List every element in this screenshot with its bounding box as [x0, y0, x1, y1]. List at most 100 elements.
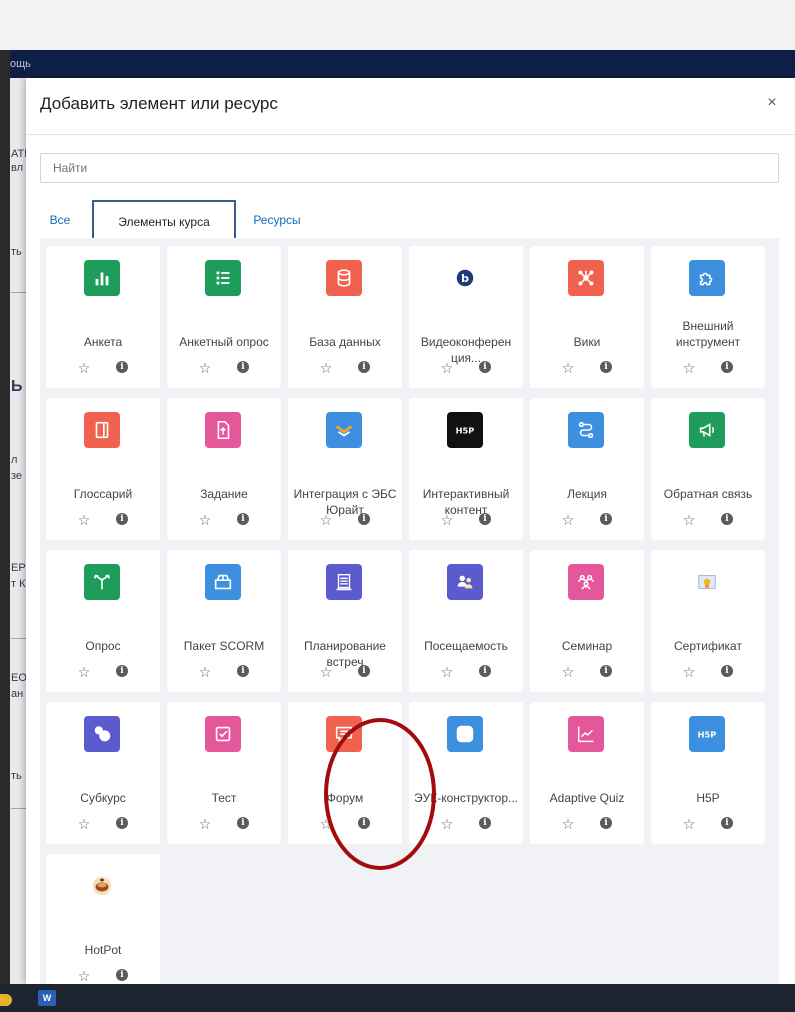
choice-signpost-icon — [84, 564, 120, 600]
activity-name: Глоссарий — [73, 487, 133, 501]
star-icon[interactable]: ☆ — [560, 512, 576, 528]
activity-card[interactable]: Adaptive Quiz ☆ i — [530, 702, 644, 844]
info-icon[interactable]: i — [721, 817, 733, 829]
info-icon[interactable]: i — [479, 817, 491, 829]
forum-speech-icon — [326, 716, 362, 752]
activity-card[interactable]: Глоссарий ☆ i — [46, 398, 160, 540]
star-icon[interactable]: ☆ — [560, 816, 576, 832]
activity-card[interactable]: Семинар ☆ i — [530, 550, 644, 692]
star-icon[interactable]: ☆ — [197, 360, 213, 376]
bigbluebutton-icon: b — [447, 260, 483, 296]
info-icon[interactable]: i — [116, 361, 128, 373]
star-icon[interactable]: ☆ — [197, 816, 213, 832]
activity-card[interactable]: H5P H5P ☆ i — [651, 702, 765, 844]
activity-card[interactable]: Субкурс ☆ i — [46, 702, 160, 844]
star-icon[interactable]: ☆ — [197, 512, 213, 528]
star-icon[interactable]: ☆ — [560, 360, 576, 376]
info-icon[interactable]: i — [116, 969, 128, 981]
info-icon[interactable]: i — [237, 361, 249, 373]
os-taskbar — [0, 984, 795, 1012]
activity-card[interactable]: Сертификат ☆ i — [651, 550, 765, 692]
star-icon[interactable]: ☆ — [681, 664, 697, 680]
activity-card[interactable]: Тест ☆ i — [167, 702, 281, 844]
star-icon[interactable]: ☆ — [318, 664, 334, 680]
search-input[interactable] — [40, 153, 779, 183]
info-icon[interactable]: i — [358, 817, 370, 829]
chart-bars-icon — [84, 260, 120, 296]
info-icon[interactable]: i — [237, 817, 249, 829]
activity-card[interactable]: H5P Интерактивный контент ☆ i — [409, 398, 523, 540]
word-app-icon[interactable]: W — [38, 990, 56, 1006]
star-icon[interactable]: ☆ — [76, 968, 92, 984]
star-icon[interactable]: ☆ — [439, 360, 455, 376]
info-icon[interactable]: i — [358, 665, 370, 677]
star-icon[interactable]: ☆ — [681, 816, 697, 832]
bg-fragment: ть — [11, 770, 22, 782]
activity-card[interactable]: ЭУК-конструктор... ☆ i — [409, 702, 523, 844]
activity-card[interactable]: Задание ☆ i — [167, 398, 281, 540]
info-icon[interactable]: i — [600, 513, 612, 525]
info-icon[interactable]: i — [479, 361, 491, 373]
info-icon[interactable]: i — [479, 513, 491, 525]
navbar-menu-fragment[interactable]: ощь — [10, 58, 31, 70]
activity-card[interactable]: Планирование встреч ☆ i — [288, 550, 402, 692]
star-icon[interactable]: ☆ — [439, 664, 455, 680]
activity-card[interactable]: Посещаемость ☆ i — [409, 550, 523, 692]
tab-resources[interactable]: Ресурсы — [246, 200, 308, 242]
close-button[interactable]: × — [763, 94, 781, 112]
activity-grid: Анкета ☆ i Анкетный опрос ☆ i База данных ☆ i b Ви… — [40, 238, 779, 996]
info-icon[interactable]: i — [600, 361, 612, 373]
activity-card[interactable]: Анкета ☆ i — [46, 246, 160, 388]
subcourse-icon — [84, 716, 120, 752]
info-icon[interactable]: i — [721, 513, 733, 525]
activity-name: Видеоконферен ция... — [420, 335, 512, 365]
line-graph-icon — [568, 716, 604, 752]
tab-activities[interactable]: Элементы курса — [92, 200, 236, 242]
activity-card[interactable]: Пакет SCORM ☆ i — [167, 550, 281, 692]
info-icon[interactable]: i — [237, 665, 249, 677]
megaphone-icon — [689, 412, 725, 448]
info-icon[interactable]: i — [116, 665, 128, 677]
star-icon[interactable]: ☆ — [439, 816, 455, 832]
info-icon[interactable]: i — [721, 665, 733, 677]
star-icon[interactable]: ☆ — [318, 816, 334, 832]
rounded-square-icon — [447, 716, 483, 752]
star-icon[interactable]: ☆ — [318, 360, 334, 376]
star-icon[interactable]: ☆ — [681, 512, 697, 528]
modal-header: Добавить элемент или ресурс × — [26, 78, 795, 135]
bg-fragment: ЕР — [11, 562, 26, 574]
info-icon[interactable]: i — [116, 513, 128, 525]
star-icon[interactable]: ☆ — [197, 664, 213, 680]
activity-card[interactable]: Форум ☆ i — [288, 702, 402, 844]
tab-all[interactable]: Все — [40, 200, 80, 242]
info-icon[interactable]: i — [721, 361, 733, 373]
star-icon[interactable]: ☆ — [439, 512, 455, 528]
info-icon[interactable]: i — [358, 361, 370, 373]
activity-card[interactable]: Вики ☆ i — [530, 246, 644, 388]
star-icon[interactable]: ☆ — [76, 664, 92, 680]
activity-card[interactable]: Интеграция с ЭБС Юрайт ☆ i — [288, 398, 402, 540]
info-icon[interactable]: i — [116, 817, 128, 829]
star-icon[interactable]: ☆ — [560, 664, 576, 680]
activity-card[interactable]: Опрос ☆ i — [46, 550, 160, 692]
activity-card[interactable]: Анкетный опрос ☆ i — [167, 246, 281, 388]
star-icon[interactable]: ☆ — [76, 360, 92, 376]
info-icon[interactable]: i — [600, 665, 612, 677]
info-icon[interactable]: i — [600, 817, 612, 829]
info-icon[interactable]: i — [358, 513, 370, 525]
star-icon[interactable]: ☆ — [681, 360, 697, 376]
info-icon[interactable]: i — [479, 665, 491, 677]
activity-card[interactable]: HotPot ☆ i — [46, 854, 160, 996]
star-icon[interactable]: ☆ — [76, 816, 92, 832]
star-icon[interactable]: ☆ — [318, 512, 334, 528]
info-icon[interactable]: i — [237, 513, 249, 525]
activity-card[interactable]: Внешний инструмент ☆ i — [651, 246, 765, 388]
activity-card[interactable]: Обратная связь ☆ i — [651, 398, 765, 540]
star-icon[interactable]: ☆ — [76, 512, 92, 528]
activity-name: Тест — [211, 791, 237, 805]
activity-card[interactable]: b Видеоконферен ция... ☆ i — [409, 246, 523, 388]
activity-card[interactable]: База данных ☆ i — [288, 246, 402, 388]
taskbar-app-icon[interactable] — [0, 994, 12, 1006]
activity-card[interactable]: Лекция ☆ i — [530, 398, 644, 540]
activity-name: Опрос — [85, 639, 121, 653]
